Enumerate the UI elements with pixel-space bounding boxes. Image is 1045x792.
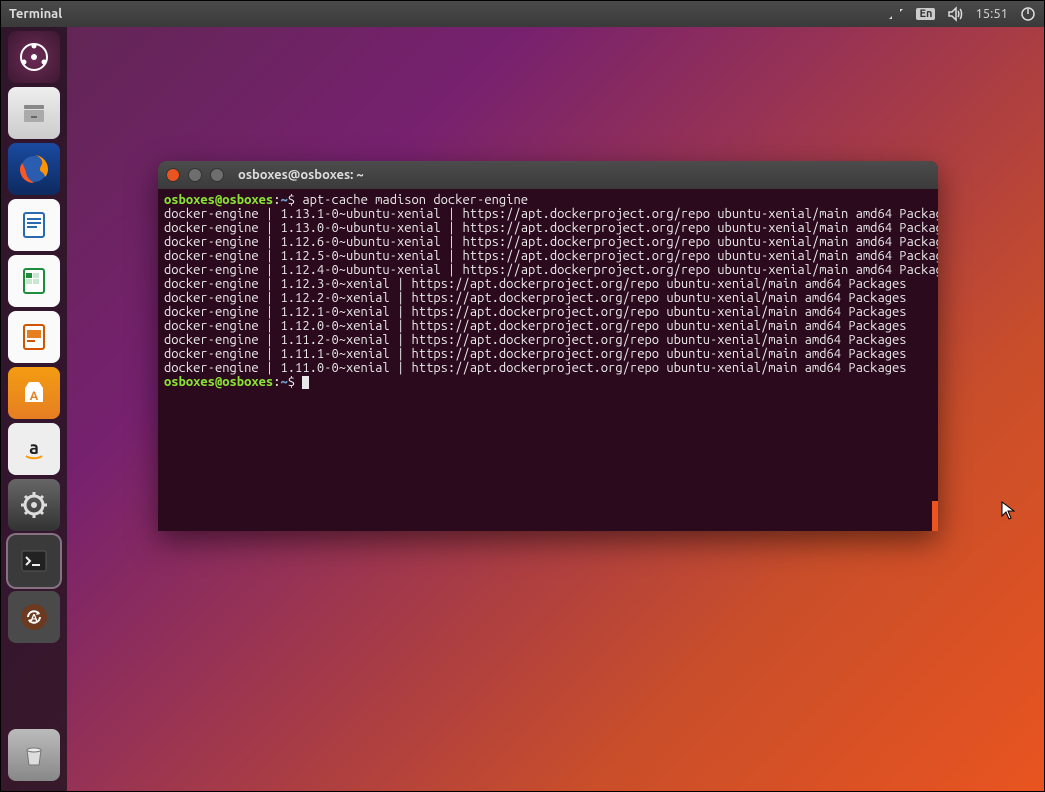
- window-close-button[interactable]: [166, 168, 180, 182]
- volume-indicator-icon[interactable]: [947, 6, 963, 22]
- launcher-terminal-icon[interactable]: [8, 535, 60, 587]
- terminal-output-line: docker-engine | 1.12.0-0~xenial | https:…: [164, 319, 932, 333]
- session-indicator-icon[interactable]: [1020, 6, 1036, 22]
- clock[interactable]: 15:51: [975, 7, 1008, 21]
- svg-text:A: A: [30, 390, 39, 403]
- terminal-body[interactable]: osboxes@osboxes:~$ apt-cache madison doc…: [158, 189, 938, 393]
- launcher-amazon-icon[interactable]: a: [8, 423, 60, 475]
- terminal-output-line: docker-engine | 1.12.2-0~xenial | https:…: [164, 291, 932, 305]
- launcher-writer-icon[interactable]: [8, 199, 60, 251]
- launcher-updater-icon[interactable]: A: [8, 591, 60, 643]
- svg-text:a: a: [29, 438, 39, 458]
- terminal-output-line: docker-engine | 1.12.1-0~xenial | https:…: [164, 305, 932, 319]
- launcher-trash-icon[interactable]: [8, 729, 60, 781]
- terminal-cursor: [302, 376, 309, 389]
- terminal-window-title: osboxes@osboxes: ~: [238, 168, 364, 182]
- terminal-window: osboxes@osboxes: ~ osboxes@osboxes:~$ ap…: [158, 161, 938, 531]
- terminal-output-line: docker-engine | 1.11.2-0~xenial | https:…: [164, 333, 932, 347]
- launcher-settings-icon[interactable]: [8, 479, 60, 531]
- terminal-scrollbar-thumb[interactable]: [932, 501, 938, 531]
- window-minimize-button[interactable]: [188, 168, 202, 182]
- keyboard-layout-indicator[interactable]: En: [916, 8, 935, 20]
- launcher-dash-icon[interactable]: [8, 31, 60, 83]
- terminal-command: apt-cache madison docker-engine: [302, 193, 528, 207]
- terminal-output-line: docker-engine | 1.12.4-0~ubuntu-xenial |…: [164, 263, 932, 277]
- launcher-software-icon[interactable]: A: [8, 367, 60, 419]
- window-maximize-button[interactable]: [210, 168, 224, 182]
- terminal-titlebar[interactable]: osboxes@osboxes: ~: [158, 161, 938, 189]
- terminal-line: osboxes@osboxes:~$: [164, 375, 932, 389]
- terminal-output-line: docker-engine | 1.11.1-0~xenial | https:…: [164, 347, 932, 361]
- launcher-firefox-icon[interactable]: [8, 143, 60, 195]
- network-indicator-icon[interactable]: [888, 6, 904, 22]
- terminal-line: osboxes@osboxes:~$ apt-cache madison doc…: [164, 193, 932, 207]
- launcher-impress-icon[interactable]: [8, 311, 60, 363]
- terminal-output-line: docker-engine | 1.13.0-0~ubuntu-xenial |…: [164, 221, 932, 235]
- terminal-output-line: docker-engine | 1.12.5-0~ubuntu-xenial |…: [164, 249, 932, 263]
- mouse-cursor-icon: [1001, 501, 1015, 521]
- unity-launcher: A a A: [1, 27, 67, 791]
- terminal-output-line: docker-engine | 1.12.6-0~ubuntu-xenial |…: [164, 235, 932, 249]
- launcher-files-icon[interactable]: [8, 87, 60, 139]
- terminal-output-line: docker-engine | 1.11.0-0~xenial | https:…: [164, 361, 932, 375]
- svg-text:A: A: [30, 612, 37, 623]
- terminal-output-line: docker-engine | 1.12.3-0~xenial | https:…: [164, 277, 932, 291]
- terminal-output-line: docker-engine | 1.13.1-0~ubuntu-xenial |…: [164, 207, 932, 221]
- active-app-title: Terminal: [9, 7, 62, 21]
- top-menu-bar: Terminal En 15:51: [1, 1, 1044, 27]
- launcher-calc-icon[interactable]: [8, 255, 60, 307]
